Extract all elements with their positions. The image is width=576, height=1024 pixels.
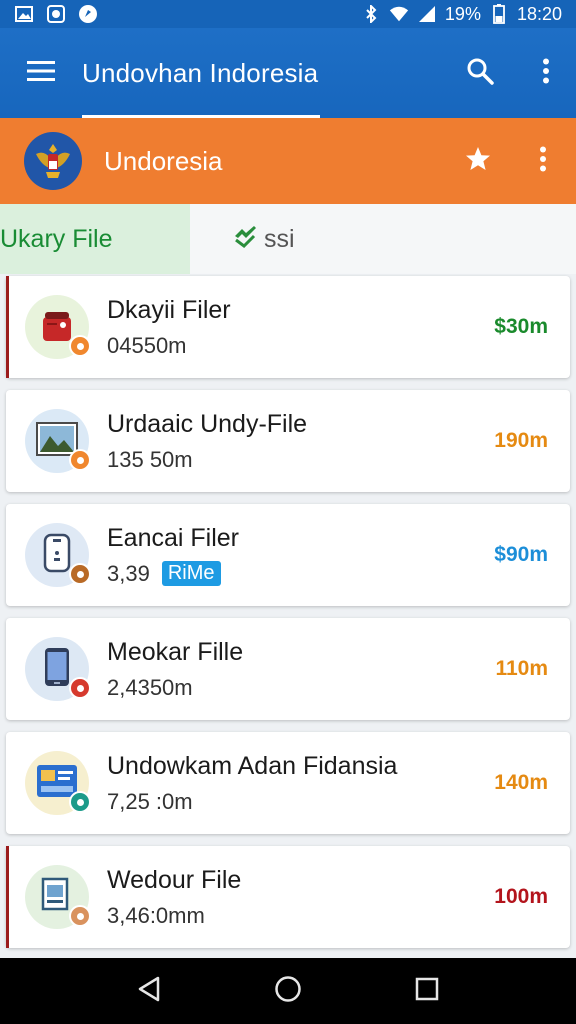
file-size: 3,39 [107, 560, 150, 586]
file-size: 135 50m [107, 446, 193, 472]
list-item[interactable]: Urdaaic Undy-File 135 50m 190m [6, 390, 570, 492]
back-triangle-icon [136, 976, 162, 1007]
tab-label: Ukary File [0, 224, 113, 253]
file-avatar [25, 865, 91, 929]
tab-label: ssi [264, 224, 295, 253]
home-circle-icon [274, 975, 302, 1008]
device-icon [42, 533, 72, 578]
tab-files[interactable]: Ukary File [0, 204, 190, 274]
file-amount: 140m [494, 771, 548, 794]
file-name: Meokar Fille [107, 637, 244, 666]
file-tag-pill: RiMe [161, 561, 221, 586]
file-amount: $30m [494, 315, 548, 338]
file-avatar [25, 523, 91, 587]
app-title: Undovhan Indoresia [82, 57, 319, 88]
battery-percent: 19% [444, 3, 481, 24]
bluetooth-icon [361, 5, 381, 23]
file-name: Urdaaic Undy-File [107, 409, 308, 438]
file-size: 3,46:0mm [107, 902, 205, 928]
app-notification-icon [46, 5, 66, 23]
file-size: 7,25 :0m [107, 788, 193, 814]
home-button[interactable] [258, 961, 318, 1021]
file-avatar [25, 295, 91, 359]
more-vert-icon [539, 146, 547, 177]
list-item[interactable]: Eancai Filer 3,39 RiMe $90m [6, 504, 570, 606]
app-title-tab[interactable]: Undovhan Indoresia [82, 28, 321, 118]
file-avatar [25, 751, 91, 815]
garuda-emblem-icon [24, 132, 82, 190]
verified-icon [232, 224, 258, 255]
file-size-row: 3,39 RiMe [107, 561, 239, 587]
gallery-icon [14, 5, 34, 23]
tab-bar: Ukary File ssi [0, 204, 576, 274]
search-icon [466, 57, 494, 90]
file-name: Eancai Filer [107, 523, 239, 552]
file-amount: $90m [494, 543, 548, 566]
file-amount: 190m [494, 429, 548, 452]
hamburger-icon [26, 60, 56, 87]
favorite-button[interactable] [446, 126, 510, 196]
wifi-icon [389, 5, 409, 23]
list-item[interactable]: Undowkam Adan Fidansia 7,25 :0m 140m [6, 732, 570, 834]
file-size-row: 3,46:0mm [107, 903, 241, 929]
file-size-row: 2,4350m [107, 675, 243, 701]
more-vert-icon [542, 58, 550, 89]
clock: 18:20 [516, 3, 562, 24]
star-icon [465, 146, 491, 177]
overflow-menu-button[interactable] [516, 38, 576, 108]
section-title: Undoresia [104, 145, 223, 176]
file-amount: 110m [495, 657, 548, 680]
list-item[interactable]: Wedour File 3,46:0mm 100m [6, 846, 570, 948]
file-status-badge [69, 677, 91, 699]
search-button[interactable] [444, 38, 516, 108]
recents-button[interactable] [397, 961, 457, 1021]
file-name: Dkayii Filer [107, 295, 231, 324]
list-item[interactable]: Meokar Fille 2,4350m 110m [6, 618, 570, 720]
section-overflow-button[interactable] [510, 126, 576, 196]
item-edge-marker [6, 276, 9, 378]
system-navigation-bar [0, 958, 576, 1024]
item-edge-marker [6, 846, 9, 948]
battery-icon [489, 4, 509, 24]
signal-icon [417, 5, 437, 23]
back-button[interactable] [119, 961, 179, 1021]
file-avatar [25, 409, 91, 473]
list-item[interactable]: Dkayii Filer 04550m $30m [6, 276, 570, 378]
file-name: Undowkam Adan Fidansia [107, 751, 398, 780]
file-size-row: 135 50m [107, 447, 307, 473]
file-name: Wedour File [107, 865, 242, 894]
file-size: 04550m [107, 332, 187, 358]
tab-second[interactable]: ssi [190, 204, 295, 274]
menu-button[interactable] [0, 28, 82, 118]
status-bar: 19% 18:20 [0, 0, 576, 28]
file-size-row: 7,25 :0m [107, 789, 397, 815]
compass-icon [78, 5, 98, 23]
file-size: 2,4350m [107, 674, 193, 700]
file-avatar [25, 637, 91, 701]
file-amount: 100m [494, 885, 548, 908]
file-status-badge [69, 563, 91, 585]
person-avatar-badge [69, 905, 91, 927]
app-bar: Undovhan Indoresia [0, 28, 576, 118]
file-status-badge [69, 335, 91, 357]
file-status-badge [69, 449, 91, 471]
file-status-badge [69, 791, 91, 813]
file-size-row: 04550m [107, 333, 231, 359]
recents-square-icon [415, 977, 439, 1006]
phone-icon [43, 646, 71, 693]
section-header: Undoresia [0, 118, 576, 204]
